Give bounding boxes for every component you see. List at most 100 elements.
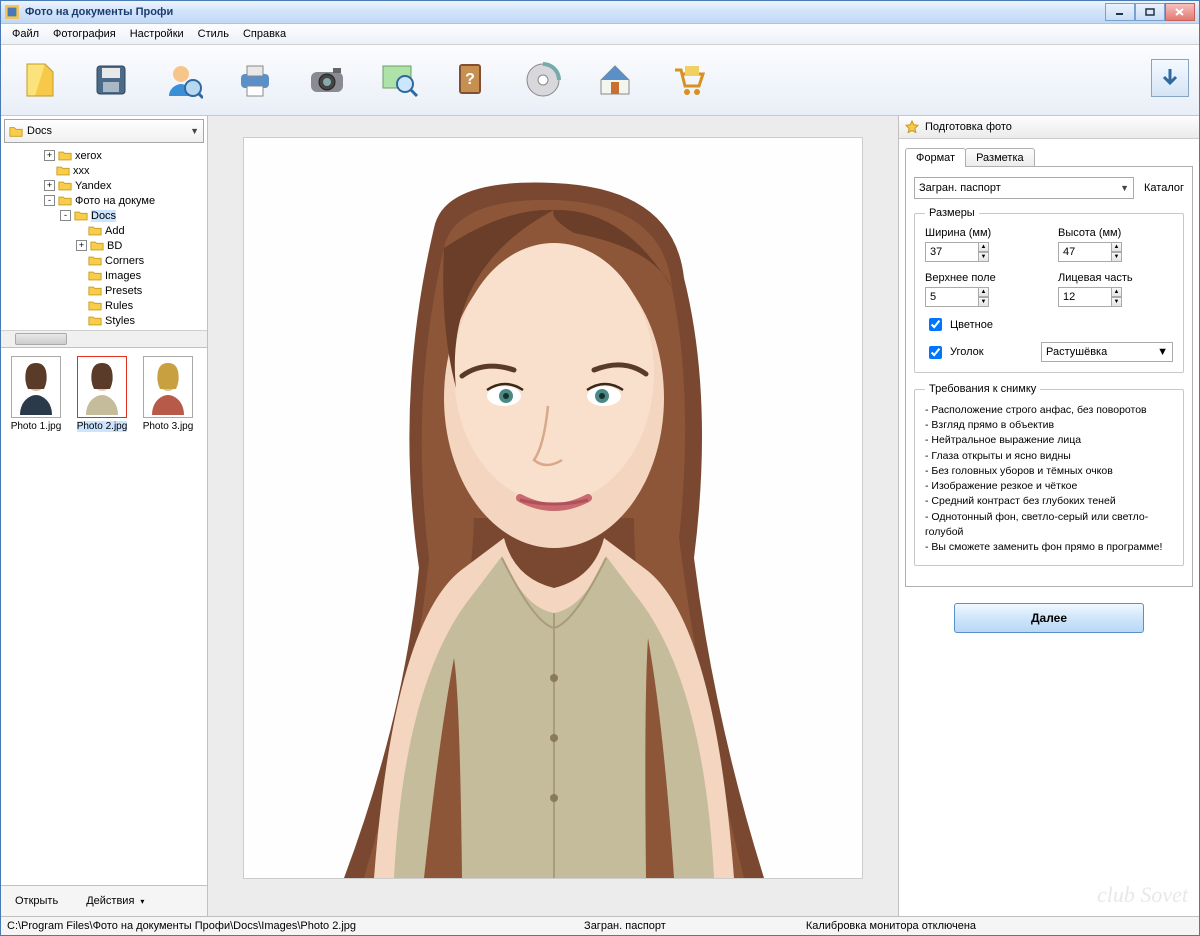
color-checkbox[interactable] — [929, 318, 942, 331]
expand-toggle[interactable]: + — [76, 240, 87, 251]
folder-tree[interactable]: +xeroxxxx+Yandex-Фото на докуме-DocsAdd+… — [1, 146, 207, 330]
face-input[interactable] — [1058, 287, 1112, 307]
download-button[interactable] — [1151, 59, 1189, 97]
tree-node[interactable]: Styles — [1, 313, 207, 328]
left-panel: Docs ▼ +xeroxxxx+Yandex-Фото на докуме-D… — [1, 116, 208, 916]
requirements-legend: Требования к снимку — [925, 383, 1040, 395]
tab-markup[interactable]: Разметка — [965, 148, 1035, 167]
thumbnail-item[interactable]: Photo 2.jpg — [71, 356, 133, 432]
cd-button[interactable] — [521, 58, 565, 102]
menu-photo[interactable]: Фотография — [46, 26, 123, 42]
menu-settings[interactable]: Настройки — [123, 26, 191, 42]
new-button[interactable] — [17, 58, 61, 102]
help-button[interactable]: ? — [449, 58, 493, 102]
tree-node[interactable]: Add — [1, 223, 207, 238]
home-button[interactable] — [593, 58, 637, 102]
tree-hscroll[interactable] — [1, 330, 207, 347]
tree-node[interactable]: +BD — [1, 238, 207, 253]
menu-style[interactable]: Стиль — [191, 26, 236, 42]
actions-button[interactable]: Действия — [72, 891, 158, 911]
tree-label: Yandex — [75, 180, 112, 192]
tree-node[interactable]: +xerox — [1, 148, 207, 163]
center-canvas — [208, 116, 898, 916]
minimize-button[interactable] — [1105, 3, 1135, 21]
menu-file[interactable]: Файл — [5, 26, 46, 42]
right-header: Подготовка фото — [925, 121, 1012, 133]
folder-icon — [74, 210, 88, 221]
folder-icon — [88, 300, 102, 311]
corner-style-combo[interactable]: Растушёвка ▼ — [1041, 342, 1173, 362]
folder-combo[interactable]: Docs ▼ — [4, 119, 204, 143]
expand-toggle[interactable]: + — [44, 180, 55, 191]
expand-toggle[interactable]: + — [44, 150, 55, 161]
thumbnail-item[interactable]: Photo 1.jpg — [5, 356, 67, 432]
tree-label: Add — [105, 225, 125, 237]
folder-combo-label: Docs — [27, 125, 190, 137]
spin-up[interactable]: ▲ — [1112, 242, 1122, 252]
cart-button[interactable] — [665, 58, 709, 102]
tree-node[interactable]: xxx — [1, 163, 207, 178]
spin-down[interactable]: ▼ — [1112, 297, 1122, 307]
requirement-item: Средний контраст без глубоких теней — [925, 494, 1173, 509]
color-label: Цветное — [950, 319, 993, 331]
toolbar: ? — [1, 45, 1199, 116]
requirement-item: Без головных уборов и тёмных очков — [925, 464, 1173, 479]
spin-up[interactable]: ▲ — [979, 287, 989, 297]
window-title: Фото на документы Профи — [25, 6, 1105, 18]
next-button[interactable]: Далее — [954, 603, 1144, 633]
chevron-down-icon: ▼ — [190, 126, 199, 136]
spin-down[interactable]: ▼ — [979, 252, 989, 262]
folder-icon — [88, 315, 102, 326]
tree-node[interactable]: Presets — [1, 283, 207, 298]
portrait-photo — [244, 138, 862, 878]
statusbar: C:\Program Files\Фото на документы Профи… — [1, 916, 1199, 935]
camera-button[interactable] — [305, 58, 349, 102]
tree-label: Images — [105, 270, 141, 282]
tree-node[interactable]: Corners — [1, 253, 207, 268]
expand-toggle[interactable]: - — [60, 210, 71, 221]
catalog-link[interactable]: Каталог — [1144, 182, 1184, 194]
zoom-button[interactable] — [377, 58, 421, 102]
star-icon — [905, 120, 919, 134]
spin-down[interactable]: ▼ — [1112, 252, 1122, 262]
tree-node[interactable]: -Docs — [1, 208, 207, 223]
width-input[interactable] — [925, 242, 979, 262]
tab-format[interactable]: Формат — [905, 148, 966, 167]
format-combo[interactable]: Загран. паспорт ▼ — [914, 177, 1134, 199]
tree-label: Corners — [105, 255, 144, 267]
folder-icon — [58, 180, 72, 191]
height-input[interactable] — [1058, 242, 1112, 262]
close-button[interactable] — [1165, 3, 1195, 21]
menu-help[interactable]: Справка — [236, 26, 293, 42]
tree-node[interactable]: Rules — [1, 298, 207, 313]
tree-label: xxx — [73, 165, 90, 177]
corner-checkbox[interactable] — [929, 346, 942, 359]
folder-icon — [88, 285, 102, 296]
tree-node[interactable]: Images — [1, 268, 207, 283]
requirement-item: Изображение резкое и чёткое — [925, 479, 1173, 494]
top-input[interactable] — [925, 287, 979, 307]
expand-toggle[interactable]: - — [44, 195, 55, 206]
print-button[interactable] — [233, 58, 277, 102]
maximize-button[interactable] — [1135, 3, 1165, 21]
spin-up[interactable]: ▲ — [1112, 287, 1122, 297]
tree-node[interactable]: - Фото на докуме — [1, 193, 207, 208]
save-button[interactable] — [89, 58, 133, 102]
thumbnail-item[interactable]: Photo 3.jpg — [137, 356, 199, 432]
app-icon — [5, 5, 19, 19]
tree-node[interactable]: + Yandex — [1, 178, 207, 193]
folder-icon — [88, 255, 102, 266]
open-button[interactable]: Открыть — [1, 891, 72, 911]
right-panel: Подготовка фото Формат Разметка Загран. … — [898, 116, 1199, 916]
folder-icon — [9, 124, 23, 138]
requirement-item: Однотонный фон, светло-серый или светло-… — [925, 510, 1173, 540]
tree-label: Styles — [105, 315, 135, 327]
titlebar: Фото на документы Профи — [1, 1, 1199, 24]
tree-label: Rules — [105, 300, 133, 312]
person-button[interactable] — [161, 58, 205, 102]
spin-up[interactable]: ▲ — [979, 242, 989, 252]
tree-label: Фото на докуме — [75, 195, 155, 207]
spin-down[interactable]: ▼ — [979, 297, 989, 307]
requirement-item: Расположение строго анфас, без поворотов — [925, 403, 1173, 418]
photo-preview[interactable] — [244, 138, 862, 878]
